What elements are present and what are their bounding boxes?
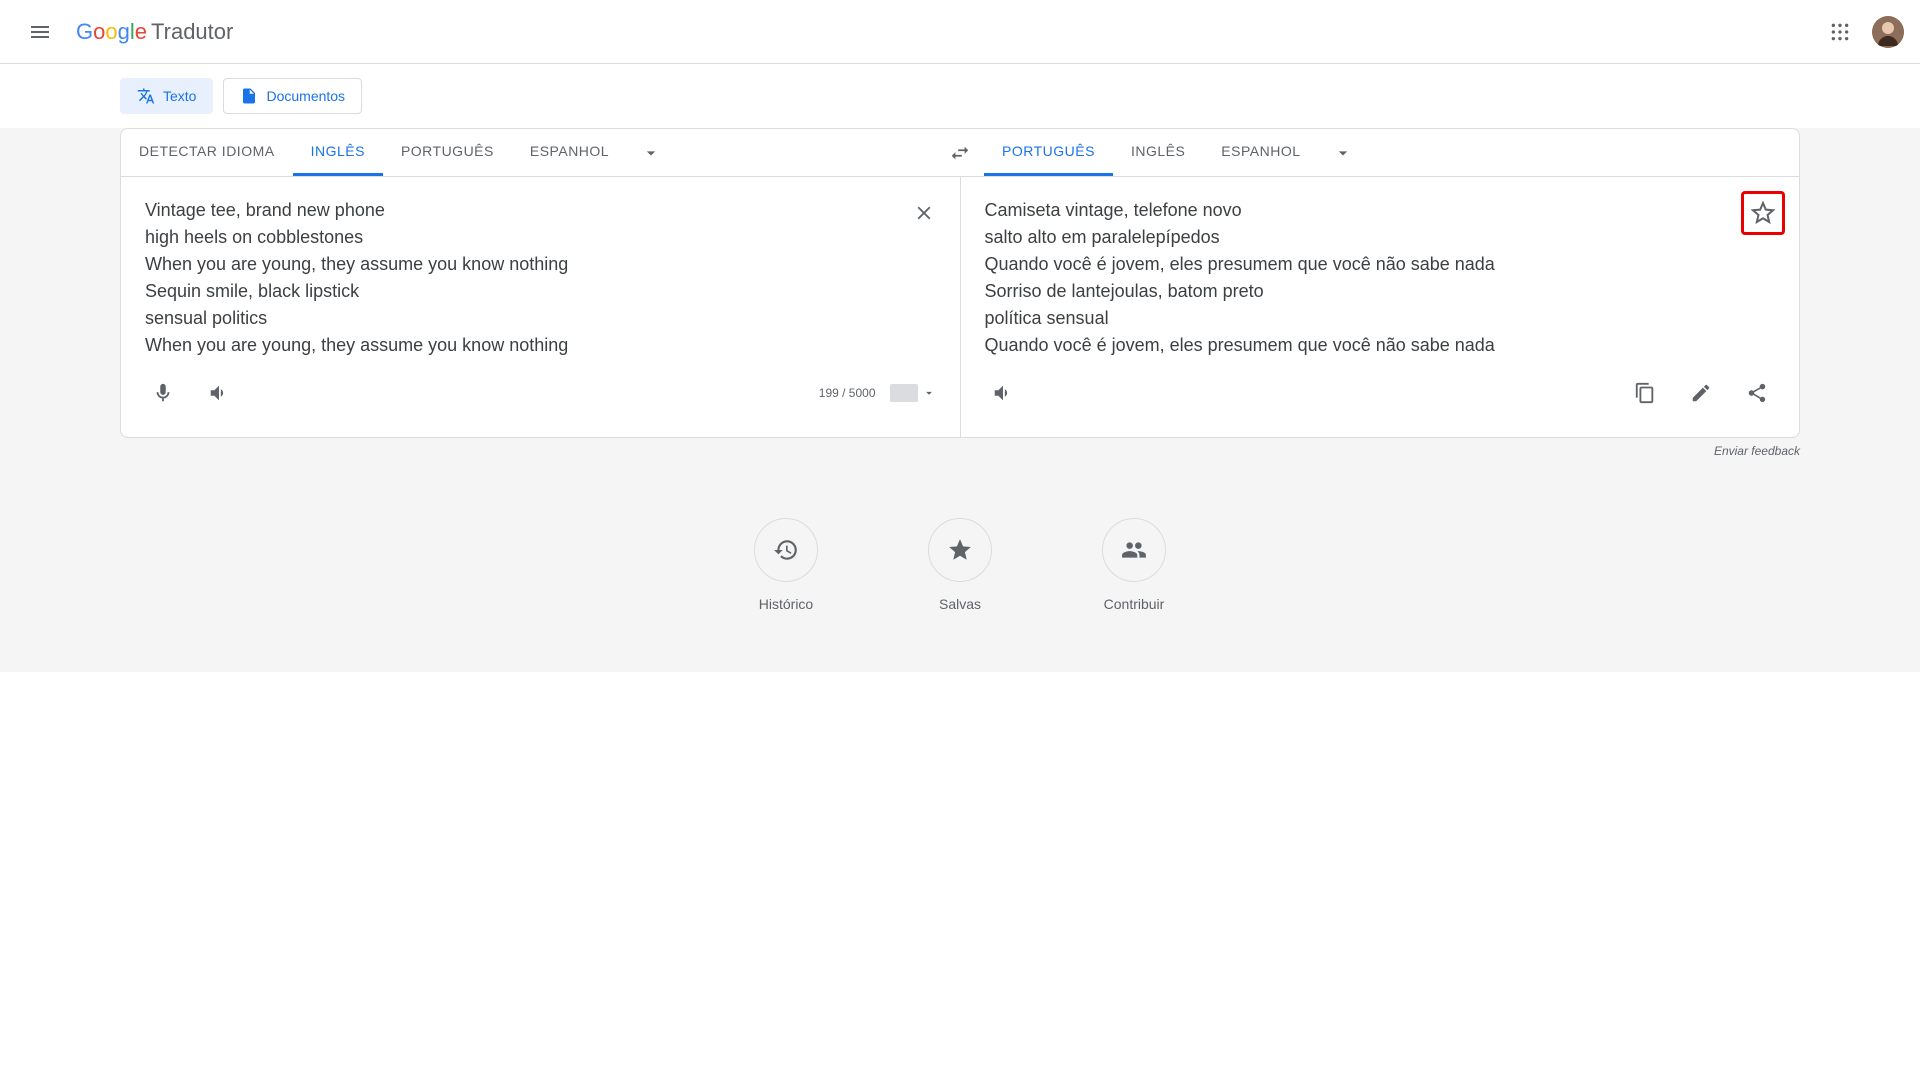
source-pane: Vintage tee, brand new phone high heels …	[121, 177, 961, 437]
contribute-label: Contribuir	[1104, 596, 1165, 612]
text-mode-chip[interactable]: Texto	[120, 78, 213, 114]
header-right	[1820, 12, 1904, 52]
history-button[interactable]: Histórico	[754, 518, 818, 612]
mic-button[interactable]	[145, 375, 181, 411]
app-header: Google Tradutor	[0, 0, 1920, 64]
source-lang-tab-1[interactable]: PORTUGUÊS	[383, 129, 512, 176]
listen-source-button[interactable]	[201, 375, 237, 411]
keyboard-icon	[890, 384, 918, 402]
chevron-down-icon	[641, 143, 661, 163]
documents-mode-chip[interactable]: Documentos	[223, 78, 362, 114]
char-counter-area: 199 / 5000	[819, 384, 936, 402]
google-translate-logo[interactable]: Google Tradutor	[76, 19, 233, 45]
target-lang-tabs: PORTUGUÊS INGLÊS ESPANHOL	[984, 129, 1799, 176]
target-lang-tab-0[interactable]: PORTUGUÊS	[984, 129, 1113, 176]
history-label: Histórico	[759, 596, 813, 612]
char-counter: 199 / 5000	[819, 386, 876, 400]
contribute-button[interactable]: Contribuir	[1102, 518, 1166, 612]
documents-chip-label: Documentos	[266, 88, 345, 104]
target-lang-tab-2[interactable]: ESPANHOL	[1203, 129, 1318, 176]
speaker-icon	[992, 382, 1014, 404]
bottom-actions: Histórico Salvas Contribuir	[0, 458, 1920, 672]
account-avatar[interactable]	[1872, 16, 1904, 48]
star-icon	[947, 537, 973, 563]
share-icon	[1746, 382, 1768, 404]
suggest-edit-button[interactable]	[1683, 375, 1719, 411]
star-outline-icon	[1751, 201, 1775, 225]
google-apps-button[interactable]	[1820, 12, 1860, 52]
translate-panel: DETECTAR IDIOMA INGLÊS PORTUGUÊS ESPANHO…	[120, 128, 1800, 438]
copy-icon	[1634, 382, 1656, 404]
virtual-keyboard-button[interactable]	[890, 384, 936, 402]
source-lang-tab-2[interactable]: ESPANHOL	[512, 129, 627, 176]
mic-icon	[152, 382, 174, 404]
speaker-icon	[208, 382, 230, 404]
translate-text-icon	[137, 87, 155, 105]
source-toolbar: 199 / 5000	[145, 367, 936, 425]
chevron-down-icon	[922, 386, 936, 400]
saved-button[interactable]: Salvas	[928, 518, 992, 612]
text-chip-label: Texto	[163, 88, 196, 104]
copy-translation-button[interactable]	[1627, 375, 1663, 411]
pencil-icon	[1690, 382, 1712, 404]
detect-language-tab[interactable]: DETECTAR IDIOMA	[121, 129, 293, 176]
header-left: Google Tradutor	[16, 8, 233, 56]
target-lang-tab-1[interactable]: INGLÊS	[1113, 129, 1203, 176]
save-translation-button[interactable]	[1741, 191, 1785, 235]
mode-chips: Texto Documentos	[0, 64, 1920, 128]
send-feedback-link[interactable]: Enviar feedback	[0, 438, 1920, 458]
document-icon	[240, 87, 258, 105]
avatar-image	[1872, 16, 1904, 48]
swap-icon	[949, 142, 971, 164]
target-text-output: Camiseta vintage, telefone novo salto al…	[985, 197, 1776, 367]
text-panes: Vintage tee, brand new phone high heels …	[121, 177, 1799, 437]
product-name: Tradutor	[151, 19, 233, 45]
hamburger-icon	[28, 20, 52, 44]
source-text-input[interactable]: Vintage tee, brand new phone high heels …	[145, 197, 936, 367]
target-pane: Camiseta vintage, telefone novo salto al…	[961, 177, 1800, 437]
hamburger-menu-button[interactable]	[16, 8, 64, 56]
listen-target-button[interactable]	[985, 375, 1021, 411]
clear-source-button[interactable]	[906, 195, 942, 231]
apps-grid-icon	[1830, 22, 1850, 42]
language-tabbar: DETECTAR IDIOMA INGLÊS PORTUGUÊS ESPANHO…	[121, 129, 1799, 177]
source-lang-tab-0[interactable]: INGLÊS	[293, 129, 383, 176]
saved-label: Salvas	[939, 596, 981, 612]
share-translation-button[interactable]	[1739, 375, 1775, 411]
more-source-languages[interactable]	[627, 129, 675, 176]
source-lang-tabs: DETECTAR IDIOMA INGLÊS PORTUGUÊS ESPANHO…	[121, 129, 936, 176]
swap-languages-button[interactable]	[936, 129, 984, 176]
community-icon	[1121, 537, 1147, 563]
more-target-languages[interactable]	[1319, 129, 1367, 176]
target-toolbar	[985, 367, 1776, 425]
history-icon	[773, 537, 799, 563]
chevron-down-icon	[1333, 143, 1353, 163]
close-icon	[913, 202, 935, 224]
